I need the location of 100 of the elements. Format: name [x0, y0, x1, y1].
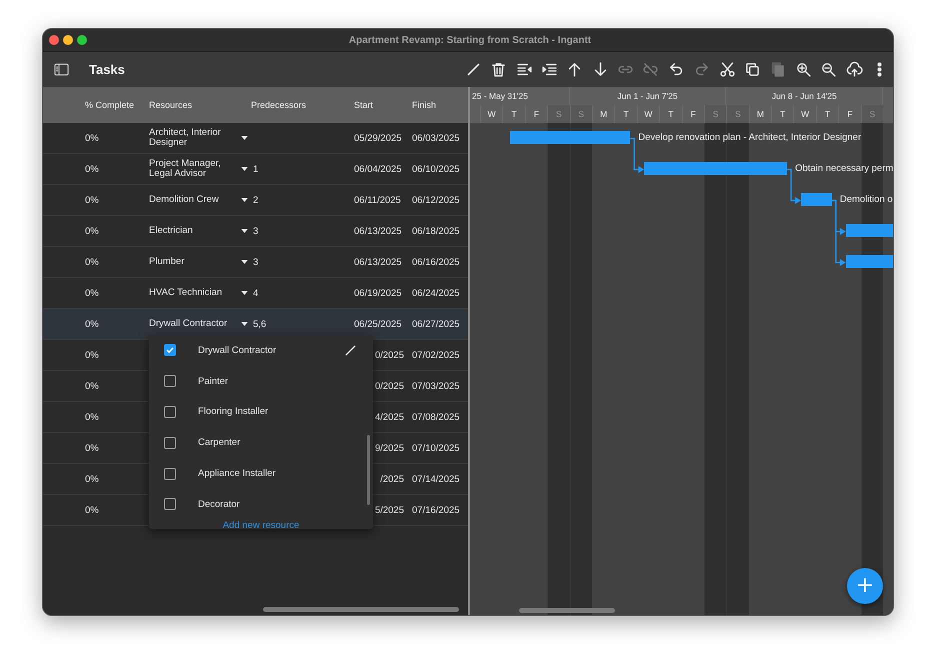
caret-icon[interactable]	[241, 136, 248, 140]
pencil-icon[interactable]	[345, 344, 356, 356]
table-cell-text: 0%	[84, 380, 100, 392]
outdent-icon[interactable]	[516, 61, 533, 78]
table-row[interactable]: 0% Plumber 3 06/13/2025 06/16/2025	[43, 247, 468, 278]
cloud-upload-icon[interactable]	[846, 61, 863, 78]
caret-icon[interactable]	[241, 260, 248, 264]
zoom-out-icon[interactable]	[820, 61, 838, 78]
table-row[interactable]: 0% Project Manager, Legal Advisor 1 06/04/2025 06/10/2025	[43, 154, 468, 185]
scrollbar-thumb[interactable]	[263, 607, 459, 612]
checkbox[interactable]	[164, 436, 176, 449]
menu-item-label: Appliance Installer	[198, 468, 276, 480]
indent-icon[interactable]	[540, 61, 558, 78]
view-title: Tasks	[89, 62, 125, 77]
day-label: T	[659, 105, 682, 123]
table-cell-text: 06/16/2025	[412, 256, 461, 268]
table-cell: 5/2025	[374, 504, 404, 516]
caret-icon[interactable]	[241, 291, 248, 295]
trash-icon[interactable]	[490, 61, 508, 78]
zoom-window-button[interactable]	[77, 35, 87, 45]
table-cell-text: 0%	[84, 164, 100, 174]
table-row[interactable]: 0% Electrician 3 06/13/2025 06/18/2025	[43, 216, 468, 247]
table-cell-text: 0%	[84, 226, 100, 236]
scissors-icon[interactable]	[718, 61, 736, 78]
day-label: W	[636, 105, 660, 123]
caret-icon[interactable]	[241, 229, 248, 233]
menu-item[interactable]: Flooring Installer	[149, 396, 373, 428]
zoom-in-icon[interactable]	[794, 61, 812, 78]
copy-icon[interactable]	[744, 61, 762, 78]
pencil-icon[interactable]	[464, 61, 482, 78]
caret-icon[interactable]	[241, 167, 248, 171]
table-cell-text: 0%	[84, 256, 100, 268]
scrollbar-thumb[interactable]	[519, 608, 615, 613]
checkbox[interactable]	[164, 468, 176, 480]
column-header[interactable]: Predecessors	[237, 100, 354, 110]
column-header[interactable]: Start	[354, 100, 412, 110]
column-header[interactable]: % Complete	[43, 100, 149, 110]
table-row[interactable]: 0% Architect, Interior Designer 05/29/2025 06/03/2025	[43, 123, 468, 154]
menu-item-label: Drywall Contractor	[198, 344, 276, 356]
table-cell-text: 06/12/2025	[412, 194, 461, 206]
caret-icon[interactable]	[241, 198, 248, 202]
day-label: M	[748, 105, 772, 123]
column-header[interactable]: Finish	[412, 100, 468, 110]
table-cell-text: 0%	[84, 350, 100, 360]
table-cell-text: 0%	[84, 132, 100, 144]
table-cell-text: 06/24/2025	[412, 288, 461, 298]
table-cell-text: Drywall Contractor	[149, 319, 228, 329]
day-label: T	[816, 105, 838, 123]
undo-icon[interactable]	[668, 61, 685, 78]
table-cell-text: 0%	[84, 474, 100, 484]
checkbox[interactable]	[164, 375, 176, 388]
day-label: S	[570, 105, 592, 123]
checkbox[interactable]	[164, 406, 176, 418]
table-cell: 06/11/2025	[354, 194, 401, 206]
menu-item[interactable]: Painter	[149, 366, 373, 397]
menu-item[interactable]: Decorator	[149, 488, 373, 520]
table-cell: 4	[253, 288, 258, 298]
table-cell-text: HVAC Technician	[149, 288, 224, 298]
column-header[interactable]: Resources	[149, 100, 237, 110]
table-cell: 06/13/2025	[354, 256, 402, 268]
table-cell-text: 06/27/2025	[412, 318, 461, 330]
menu-item[interactable]: Appliance Installer	[149, 458, 373, 489]
table-cell-text: Electrician	[149, 226, 194, 236]
day-label: W	[480, 105, 502, 123]
menu-item[interactable]: Carpenter	[149, 427, 373, 458]
table-cell: /2025	[380, 474, 404, 484]
table-cell-text: 07/03/2025	[412, 380, 461, 392]
menu-item-label: Flooring Installer	[198, 406, 268, 418]
scrollbar-thumb[interactable]	[367, 435, 370, 505]
table-cell: 2	[253, 194, 258, 206]
day-label: T	[502, 105, 525, 123]
minimize-window-button[interactable]	[63, 35, 73, 45]
table-cell-text: Demolition Crew	[149, 195, 220, 205]
table-cell-text: 06/03/2025	[412, 132, 461, 144]
day-label: W	[793, 105, 816, 123]
day-label: T	[614, 105, 637, 123]
task-bar-label: Obtain necessary perm	[795, 162, 893, 176]
sidebar-toggle-icon[interactable]	[54, 63, 69, 76]
table-cell-text: 07/14/2025	[412, 474, 461, 484]
table-cell: 06/04/2025	[354, 164, 402, 174]
checkbox[interactable]	[164, 344, 176, 356]
menu-item-label: Painter	[198, 376, 228, 387]
window-title: Apartment Revamp: Starting from Scratch - Ingantt	[348, 34, 592, 46]
day-label: S	[726, 105, 749, 123]
table-row[interactable]: 0% Drywall Contractor 5,6 06/25/2025 06/27/2025	[43, 309, 468, 340]
checkbox[interactable]	[164, 498, 176, 510]
table-cell-text: 07/02/2025	[412, 350, 461, 360]
table-cell: 05/29/2025	[354, 132, 402, 144]
table-cell-text: 0%	[84, 194, 100, 206]
table-cell-text: 06/18/2025	[412, 226, 461, 236]
table-cell: 0/2025	[374, 380, 404, 392]
table-cell: 0/2025	[374, 350, 404, 360]
table-cell-text: Plumber	[149, 257, 186, 267]
caret-icon[interactable]	[241, 322, 248, 326]
close-window-button[interactable]	[49, 35, 59, 45]
table-cell-text: 0%	[84, 412, 100, 422]
table-row[interactable]: 0% Demolition Crew 2 06/11/2025 06/12/2025	[43, 185, 468, 216]
table-cell-text: Project Manager, Legal Advisor	[149, 159, 222, 179]
table-cell-text: 0%	[84, 442, 100, 454]
add-resource-link[interactable]: Add new resource	[149, 520, 373, 531]
